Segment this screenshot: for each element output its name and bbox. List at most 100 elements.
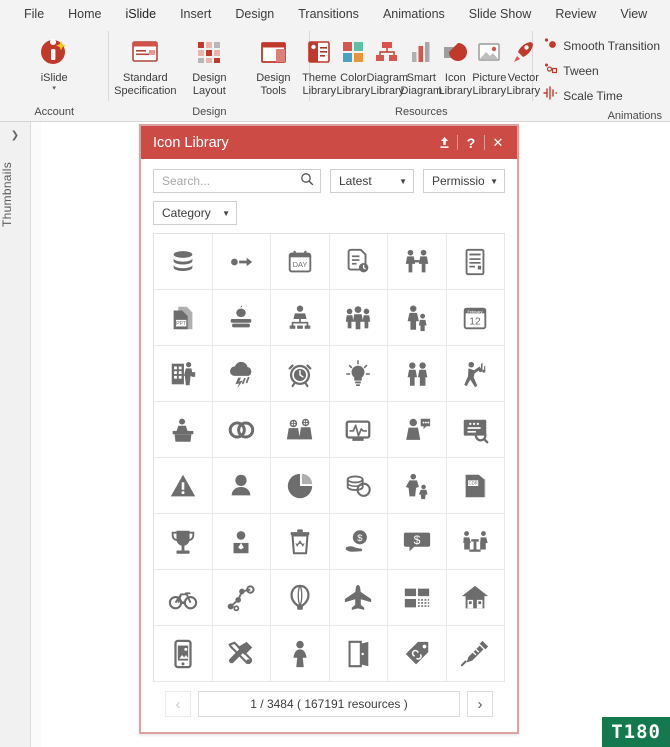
- icon-grid: DAY PPT February 12 CDR $ $: [153, 233, 505, 682]
- female-figure-icon: [285, 639, 315, 669]
- icon-cell[interactable]: $: [388, 514, 447, 570]
- next-page-button[interactable]: ›: [467, 691, 493, 717]
- tween-label: Tween: [563, 63, 599, 78]
- islide-account-button[interactable]: iSlide ▾: [22, 31, 86, 92]
- standard-specification-button[interactable]: Standard Specification: [113, 31, 177, 97]
- icon-cell[interactable]: February 12: [446, 290, 505, 346]
- icon-cell[interactable]: [212, 402, 271, 458]
- document-clock-icon: [343, 247, 373, 277]
- icon-library-button[interactable]: Icon Library: [438, 31, 472, 97]
- icon-cell[interactable]: [212, 458, 271, 514]
- icon-cell[interactable]: [329, 346, 388, 402]
- icon-cell[interactable]: [329, 290, 388, 346]
- icon-cell[interactable]: [388, 234, 447, 290]
- icon-cell[interactable]: [388, 570, 447, 626]
- icon-cell[interactable]: [446, 234, 505, 290]
- icon-cell[interactable]: [271, 626, 330, 682]
- icon-cell[interactable]: [446, 570, 505, 626]
- coins-stack-icon: [343, 471, 373, 501]
- help-icon[interactable]: ?: [460, 132, 482, 154]
- icon-cell[interactable]: PPT: [154, 290, 213, 346]
- icon-cell[interactable]: [388, 458, 447, 514]
- icon-cell[interactable]: [446, 402, 505, 458]
- icon-cell[interactable]: [154, 402, 213, 458]
- icon-cell[interactable]: [388, 346, 447, 402]
- menu-item-islide[interactable]: iSlide: [114, 3, 169, 30]
- icon-cell[interactable]: [212, 290, 271, 346]
- menu-item-design[interactable]: Design: [223, 3, 286, 25]
- diagram-library-button[interactable]: Diagram Library: [367, 31, 408, 97]
- menu-item-slide-show[interactable]: Slide Show: [457, 3, 544, 25]
- scale-time-command[interactable]: Scale Time: [539, 83, 664, 108]
- icon-cell[interactable]: [329, 402, 388, 458]
- icon-cell[interactable]: [154, 626, 213, 682]
- icon-cell[interactable]: [212, 346, 271, 402]
- tween-command[interactable]: Tween: [539, 58, 664, 83]
- icon-cell[interactable]: [329, 626, 388, 682]
- icon-cell[interactable]: [446, 626, 505, 682]
- category-dropdown[interactable]: Category ▼: [153, 201, 237, 225]
- icon-cell[interactable]: [388, 626, 447, 682]
- menu-item-view[interactable]: View: [608, 3, 659, 25]
- chevron-down-icon[interactable]: ▾: [52, 85, 56, 92]
- panel-body: Search... Latest ▼ Permission ▼: [141, 159, 517, 717]
- close-icon[interactable]: ✕: [487, 132, 509, 154]
- icon-cell[interactable]: [154, 458, 213, 514]
- ribbon-group-account: iSlide ▾ Account: [0, 27, 108, 121]
- smooth-transition-command[interactable]: Smooth Transition: [539, 33, 664, 58]
- icon-cell[interactable]: [271, 570, 330, 626]
- icon-cell[interactable]: [329, 458, 388, 514]
- icon-cell[interactable]: [212, 626, 271, 682]
- menu-item-file[interactable]: File: [12, 3, 56, 25]
- bicycle-icon: [168, 583, 198, 613]
- permission-dropdown[interactable]: Permission ▼: [423, 169, 505, 193]
- chevron-right-icon[interactable]: ❯: [0, 130, 30, 141]
- icon-cell[interactable]: [154, 346, 213, 402]
- icon-cell[interactable]: [446, 514, 505, 570]
- icon-cell[interactable]: [388, 402, 447, 458]
- icon-cell[interactable]: [271, 514, 330, 570]
- search-input[interactable]: Search...: [153, 169, 321, 193]
- theme-library-icon: [306, 34, 332, 70]
- design-layout-button[interactable]: Design Layout: [177, 31, 241, 97]
- color-library-button[interactable]: Color Library: [336, 31, 370, 97]
- sort-dropdown[interactable]: Latest ▼: [330, 169, 414, 193]
- icon-cell[interactable]: [329, 570, 388, 626]
- smooth-transition-icon: [543, 36, 557, 55]
- thumbnails-sidebar[interactable]: ❯ Thumbnails: [0, 122, 31, 747]
- menu-item-home[interactable]: Home: [56, 3, 113, 25]
- menu-item-insert[interactable]: Insert: [168, 3, 223, 25]
- picture-library-button[interactable]: Picture Library: [472, 31, 506, 97]
- icon-cell[interactable]: [271, 346, 330, 402]
- tools-wrench-hammer-icon: [226, 639, 256, 669]
- database-layers-icon: [168, 247, 198, 277]
- icon-cell[interactable]: [154, 514, 213, 570]
- icon-cell[interactable]: [271, 458, 330, 514]
- design-tools-button[interactable]: Design Tools: [241, 31, 305, 97]
- theme-library-button[interactable]: Theme Library: [302, 31, 336, 97]
- upload-icon[interactable]: [433, 132, 455, 154]
- icon-cell[interactable]: [329, 234, 388, 290]
- icon-cell[interactable]: $: [329, 514, 388, 570]
- menu-item-animations[interactable]: Animations: [371, 3, 457, 25]
- icon-cell[interactable]: [212, 514, 271, 570]
- icon-cell[interactable]: [271, 290, 330, 346]
- icon-cell[interactable]: [154, 570, 213, 626]
- icon-cell[interactable]: [212, 234, 271, 290]
- menu-item-transitions[interactable]: Transitions: [286, 3, 371, 25]
- icon-cell[interactable]: CDR: [446, 458, 505, 514]
- menu-item-review[interactable]: Review: [543, 3, 608, 25]
- prev-page-button[interactable]: ‹: [165, 691, 191, 717]
- icon-cell[interactable]: [271, 402, 330, 458]
- icon-cell[interactable]: [446, 346, 505, 402]
- icon-cell[interactable]: [154, 234, 213, 290]
- hand-money-icon: $: [343, 527, 373, 557]
- ribbon-group-resources: Theme Library Color Library Diagram Libr…: [302, 27, 540, 121]
- icon-cell[interactable]: [212, 570, 271, 626]
- icon-cell[interactable]: [388, 290, 447, 346]
- ribbon-group-label-account: Account: [34, 106, 75, 118]
- search-icon[interactable]: [300, 172, 314, 191]
- icon-cell[interactable]: DAY: [271, 234, 330, 290]
- smart-diagram-button[interactable]: Smart Diagram: [401, 31, 442, 97]
- category-dropdown-value: Category: [162, 206, 211, 220]
